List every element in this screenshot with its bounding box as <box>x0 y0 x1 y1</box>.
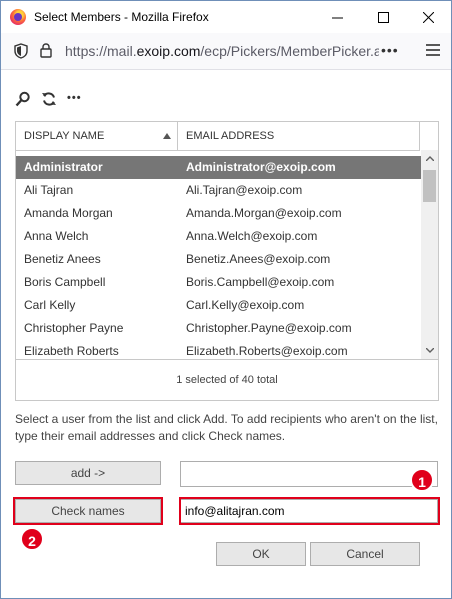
instructions-text: Select a user from the list and click Ad… <box>15 412 438 443</box>
refresh-icon[interactable] <box>41 91 57 107</box>
window-title: Select Members - Mozilla Firefox <box>34 10 209 24</box>
list-scrollbar[interactable] <box>421 150 438 359</box>
annotation-badge-2: 2 <box>20 527 44 551</box>
selection-status: 1 selected of 40 total <box>16 359 438 401</box>
email-cell: Administrator@exoip.com <box>186 160 336 174</box>
url-text[interactable]: https://mail.exoip.com/ecp/Pickers/Membe… <box>65 43 379 59</box>
scrollbar-thumb[interactable] <box>423 170 436 202</box>
chevron-down-icon <box>425 348 434 353</box>
email-cell: Amanda.Morgan@exoip.com <box>186 206 342 220</box>
url-path: /ecp/Pickers/MemberPicker.a <box>200 43 379 59</box>
list-header: DISPLAY NAME EMAIL ADDRESS <box>16 122 420 151</box>
sort-ascending-icon <box>163 133 171 139</box>
table-row[interactable]: Carl Kelly Carl.Kelly@exoip.com <box>16 294 421 317</box>
table-row[interactable]: Benetiz Anees Benetiz.Anees@exoip.com <box>16 248 421 271</box>
display-name-cell: Administrator <box>24 160 103 174</box>
lock-icon[interactable] <box>40 43 52 58</box>
table-row[interactable]: Administrator Administrator@exoip.com <box>16 156 421 179</box>
email-cell: Elizabeth.Roberts@exoip.com <box>186 344 348 358</box>
email-cell: Carl.Kelly@exoip.com <box>186 298 305 312</box>
annotation-highlight-email-field <box>179 497 440 525</box>
display-name-cell: Benetiz Anees <box>24 252 101 266</box>
email-cell: Benetiz.Anees@exoip.com <box>186 252 331 266</box>
close-button[interactable] <box>405 1 451 33</box>
hamburger-menu-icon[interactable] <box>426 44 440 56</box>
maximize-button[interactable] <box>360 1 406 33</box>
close-icon <box>422 11 434 23</box>
email-cell: Boris.Campbell@exoip.com <box>186 275 335 289</box>
table-row[interactable]: Boris Campbell Boris.Campbell@exoip.com <box>16 271 421 294</box>
member-list: DISPLAY NAME EMAIL ADDRESS Administrator… <box>15 121 439 401</box>
page-actions-menu[interactable]: ••• <box>381 42 399 58</box>
display-name-cell: Boris Campbell <box>24 275 106 289</box>
cancel-button[interactable]: Cancel <box>310 542 420 566</box>
firefox-logo-icon <box>10 9 26 25</box>
url-domain: exoip.com <box>136 43 201 59</box>
column-header-email-address[interactable]: EMAIL ADDRESS <box>178 122 420 150</box>
scroll-down-button[interactable] <box>421 342 438 359</box>
browser-window: Select Members - Mozilla Firefox https:/… <box>0 0 452 599</box>
ok-button[interactable]: OK <box>216 542 306 566</box>
table-row[interactable]: Anna Welch Anna.Welch@exoip.com <box>16 225 421 248</box>
minimize-icon <box>331 17 343 18</box>
table-row[interactable]: Elizabeth Roberts Elizabeth.Roberts@exoi… <box>16 340 421 359</box>
column-header-display-name[interactable]: DISPLAY NAME <box>16 122 178 150</box>
display-name-cell: Carl Kelly <box>24 298 76 312</box>
email-cell: Anna.Welch@exoip.com <box>186 229 318 243</box>
email-cell: Christopher.Payne@exoip.com <box>186 321 352 335</box>
display-name-cell: Christopher Payne <box>24 321 124 335</box>
table-row[interactable]: Ali Tajran Ali.Tajran@exoip.com <box>16 179 421 202</box>
display-name-cell: Ali Tajran <box>24 183 74 197</box>
table-row[interactable]: Amanda Morgan Amanda.Morgan@exoip.com <box>16 202 421 225</box>
table-row[interactable]: Christopher Payne Christopher.Payne@exoi… <box>16 317 421 340</box>
minimize-button[interactable] <box>314 1 360 33</box>
search-icon[interactable] <box>15 91 31 107</box>
display-name-cell: Elizabeth Roberts <box>24 344 119 358</box>
annotation-highlight-check-names <box>13 497 163 525</box>
column-header-label: EMAIL ADDRESS <box>186 130 275 142</box>
address-bar[interactable]: https://mail.exoip.com/ecp/Pickers/Membe… <box>1 33 451 70</box>
column-header-label: DISPLAY NAME <box>24 130 105 142</box>
annotation-badge-1: 1 <box>410 468 434 492</box>
more-options-button[interactable]: ••• <box>67 92 82 104</box>
shield-icon[interactable] <box>14 43 28 59</box>
display-name-cell: Amanda Morgan <box>24 206 113 220</box>
chevron-up-icon <box>425 156 434 161</box>
title-bar: Select Members - Mozilla Firefox <box>1 1 451 33</box>
add-recipient-field[interactable] <box>180 461 438 487</box>
display-name-cell: Anna Welch <box>24 229 89 243</box>
scroll-up-button[interactable] <box>421 150 438 167</box>
email-cell: Ali.Tajran@exoip.com <box>186 183 303 197</box>
url-prefix: https://mail. <box>65 43 137 59</box>
add-button[interactable]: add -> <box>15 461 161 485</box>
maximize-icon <box>377 11 389 23</box>
